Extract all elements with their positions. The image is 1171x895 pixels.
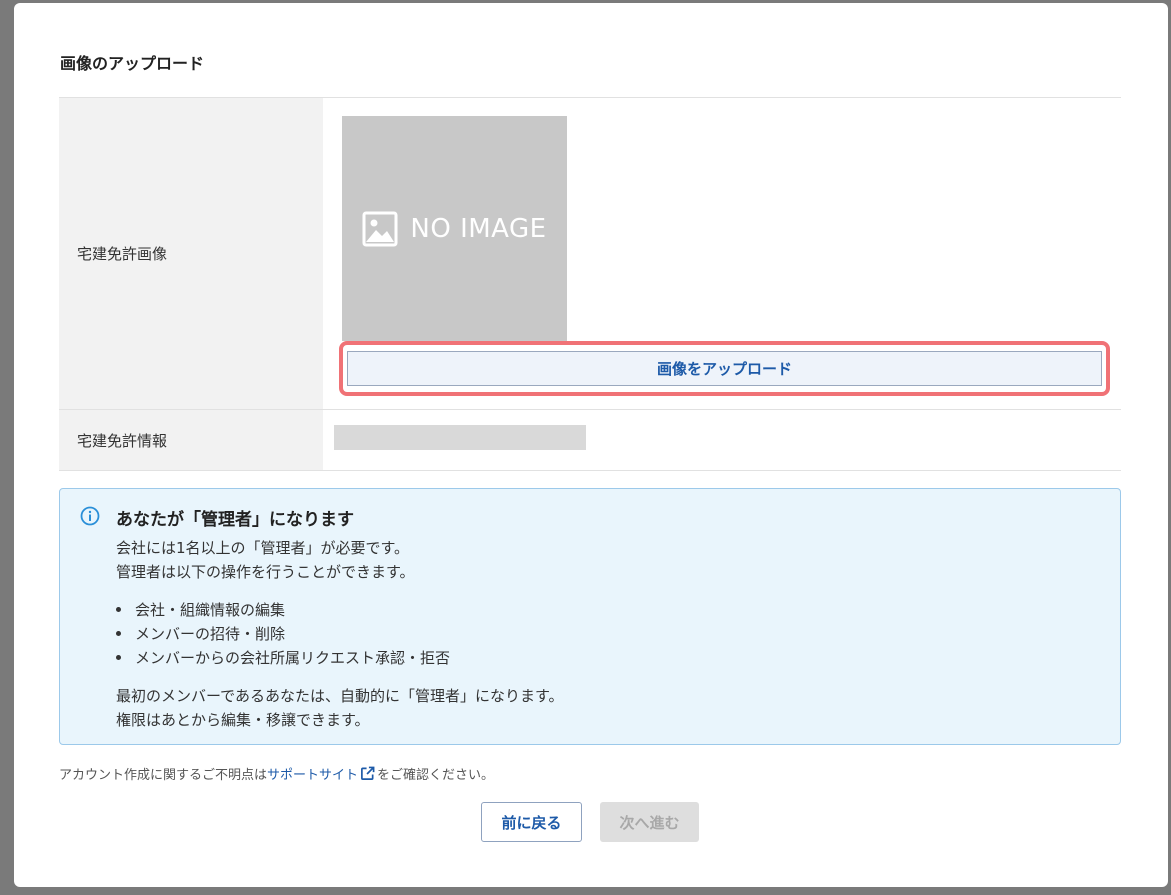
support-footnote: アカウント作成に関するご不明点は サポートサイト をご確認ください。 (59, 764, 494, 783)
license-info-label: 宅建免許情報 (59, 410, 323, 470)
back-button[interactable]: 前に戻る (481, 802, 582, 842)
footnote-suffix: をご確認ください。 (377, 768, 495, 783)
list-item-text: 会社・組織情報の編集 (135, 601, 286, 619)
info-icon (80, 506, 100, 526)
info-title: あなたが「管理者」になります (116, 510, 354, 530)
list-item: メンバーからの会社所属リクエスト承認・拒否 (116, 647, 450, 668)
dialog-card: 画像のアップロード 宅建免許画像 NO IMAGE 画像をアップロード 宅建免許… (14, 3, 1168, 887)
form-table: 宅建免許画像 NO IMAGE 画像をアップロード 宅建免許情報 (59, 97, 1121, 471)
list-item-text: メンバーからの会社所属リクエスト承認・拒否 (135, 649, 451, 667)
no-image-placeholder: NO IMAGE (342, 116, 567, 341)
info-line: 権限はあとから編集・移譲できます。 (116, 711, 370, 729)
upload-image-button[interactable]: 画像をアップロード (347, 351, 1102, 386)
info-line: 管理者は以下の操作を行うことができます。 (116, 563, 415, 581)
section-title: 画像のアップロード (60, 54, 205, 73)
admin-info-box: あなたが「管理者」になります 会社には1名以上の「管理者」が必要です。 管理者は… (59, 488, 1121, 745)
info-line: 会社には1名以上の「管理者」が必要です。 (116, 539, 410, 557)
license-info-value-redacted (334, 425, 586, 450)
list-item: 会社・組織情報の編集 (116, 599, 285, 620)
list-item-text: メンバーの招待・削除 (135, 625, 286, 643)
support-site-link[interactable]: サポートサイト (267, 764, 358, 783)
footnote-prefix: アカウント作成に関するご不明点は (59, 768, 268, 783)
row-divider (59, 470, 1121, 471)
license-image-label: 宅建免許画像 (59, 98, 323, 409)
info-line: 最初のメンバーであるあなたは、自動的に「管理者」になります。 (116, 687, 564, 705)
external-link-icon[interactable] (360, 766, 375, 781)
list-item: メンバーの招待・削除 (116, 623, 285, 644)
image-icon (362, 211, 398, 246)
next-button[interactable]: 次へ進む (600, 802, 699, 842)
no-image-text: NO IMAGE (410, 213, 547, 244)
